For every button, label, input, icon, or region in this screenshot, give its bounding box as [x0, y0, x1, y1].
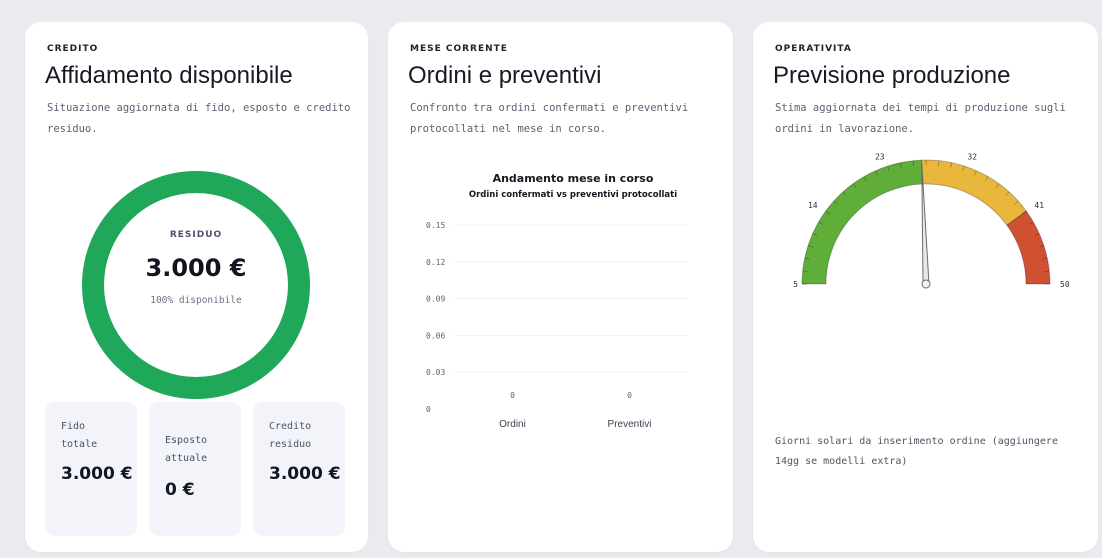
credit-eyebrow: CREDITO	[47, 44, 99, 54]
chart-title: Andamento mese in corso	[492, 172, 654, 185]
y-tick-label: 0.12	[426, 258, 445, 267]
stat-esposto-attuale: Esposto attuale 0 €	[149, 402, 241, 536]
residuo-percentage: 100% disponibile	[150, 295, 242, 306]
stat-value: 3.000 €	[269, 464, 341, 484]
stat-value: 3.000 €	[61, 464, 133, 484]
production-note: Giorni solari da inserimento ordine (agg…	[775, 436, 1058, 467]
donut-center: RESIDUO 3.000 € 100% disponibile	[81, 170, 311, 400]
y-tick-label: 0.09	[426, 295, 445, 304]
residuo-label: RESIDUO	[169, 230, 223, 240]
gauge-band	[1006, 210, 1051, 285]
gauge-needle-hub	[921, 279, 931, 289]
residuo-value: 3.000 €	[145, 254, 247, 282]
y-tick-label: 0.15	[426, 221, 445, 230]
credit-title: Affidamento disponibile	[45, 62, 293, 89]
gauge-band	[801, 159, 924, 285]
gauge-tick-label: 23	[875, 153, 885, 162]
x-category-label: Preventivi	[608, 419, 652, 430]
orders-card: MESE CORRENTE Ordini e preventivi Confro…	[388, 22, 733, 552]
bar-data-label: 0	[510, 391, 515, 400]
gauge-tick-label: 14	[808, 201, 818, 210]
credit-card: CREDITO Affidamento disponibile Situazio…	[25, 22, 368, 552]
bar-data-label: 0	[627, 391, 632, 400]
stat-label: Credito residuo	[269, 421, 312, 450]
stat-credito-residuo: Credito residuo 3.000 €	[253, 402, 345, 536]
stat-label: Fido totale	[61, 421, 98, 450]
credit-description: Situazione aggiornata di fido, esposto e…	[47, 102, 351, 135]
y-tick-label: 0.06	[426, 331, 445, 340]
gauge-tick-label: 50	[1060, 280, 1070, 289]
y-tick-label: 0	[426, 405, 431, 414]
stat-label: Esposto attuale	[165, 435, 208, 464]
y-tick-label: 0.03	[426, 368, 445, 377]
gauge-tick-label: 41	[1034, 201, 1044, 210]
chart-subtitle: Ordini confermati vs preventivi protocol…	[468, 190, 678, 200]
x-category-label: Ordini	[499, 419, 526, 430]
gauge-band	[921, 159, 1028, 226]
gauge-tick-label: 5	[793, 280, 798, 289]
production-card: OPERATIVITA Previsione produzione Stima …	[753, 22, 1098, 552]
production-gauge: 5 14 23 32 41 50	[793, 153, 1070, 289]
stat-value: 0 €	[165, 480, 195, 500]
gauge-tick-label: 32	[967, 153, 977, 162]
orders-bar-chart: 0 0.03 0.06 0.09 0.12 0.15 0 Ordini 0 Preventivi	[426, 221, 688, 430]
stat-fido-totale: Fido totale 3.000 €	[45, 402, 137, 536]
